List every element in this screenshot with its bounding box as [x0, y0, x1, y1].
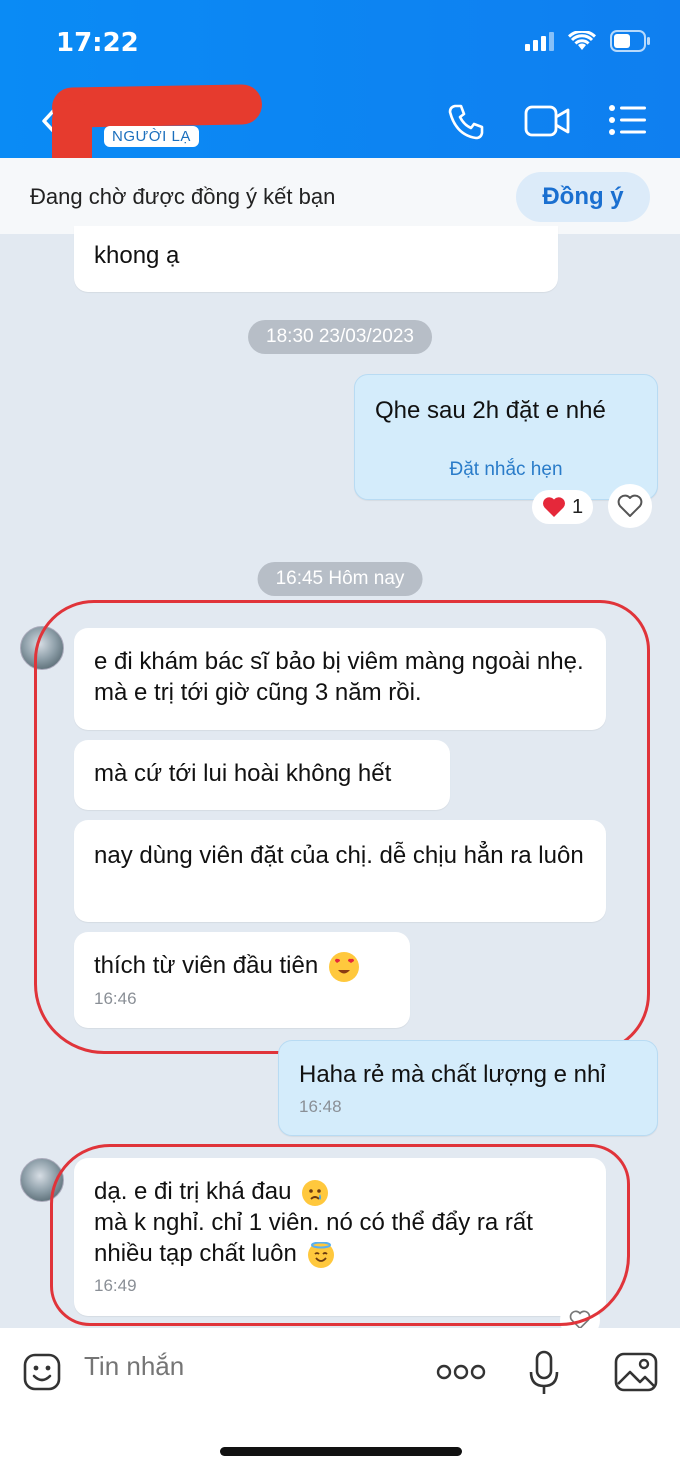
message-text: Haha rẻ mà chất lượng e nhỉ: [299, 1061, 606, 1088]
chat-header: 17:22 NGƯỜI LẠ: [0, 0, 680, 196]
video-call-icon[interactable]: [524, 104, 570, 143]
status-time: 17:22: [56, 28, 139, 58]
message-bubble-sent[interactable]: Qhe sau 2h đặt e nhé Đặt nhắc hẹn: [354, 374, 658, 500]
react-heart-icon[interactable]: [608, 484, 652, 528]
timestamp-divider: 18:30 23/03/2023: [248, 320, 432, 354]
annotation-circle: [34, 600, 650, 1054]
friend-request-bar: Đang chờ được đồng ý kết bạn Đồng ý: [0, 158, 680, 234]
microphone-icon[interactable]: [528, 1350, 560, 1401]
message-text: khong ạ: [94, 242, 180, 269]
annotation-circle: [50, 1144, 630, 1326]
accept-friend-button[interactable]: Đồng ý: [516, 172, 650, 222]
message-text: Qhe sau 2h đặt e nhé: [375, 397, 606, 424]
phone-icon[interactable]: [446, 102, 486, 147]
menu-list-icon[interactable]: [608, 104, 648, 141]
reaction-count: 1: [572, 495, 584, 518]
image-icon[interactable]: [614, 1352, 658, 1397]
battery-icon: [610, 30, 650, 52]
message-time: 16:48: [299, 1097, 342, 1116]
message-composer: [0, 1328, 680, 1472]
friend-request-text: Đang chờ được đồng ý kết bạn: [30, 184, 336, 209]
heart-filled-icon: [543, 497, 565, 517]
stranger-badge: NGƯỜI LẠ: [104, 126, 199, 147]
status-icons: [525, 30, 650, 52]
signal-icon: [525, 31, 554, 51]
home-indicator: [220, 1447, 462, 1456]
reaction-badge[interactable]: 1: [532, 490, 594, 524]
message-input[interactable]: [82, 1350, 406, 1383]
more-icon[interactable]: [436, 1364, 486, 1385]
set-reminder-link[interactable]: Đặt nhắc hẹn: [375, 454, 637, 485]
sticker-icon[interactable]: [22, 1352, 62, 1397]
message-bubble-received[interactable]: khong ạ: [74, 226, 558, 292]
message-bubble-sent[interactable]: Haha rẻ mà chất lượng e nhỉ 16:48: [278, 1040, 658, 1136]
wifi-icon: [568, 31, 596, 51]
timestamp-divider: 16:45 Hôm nay: [257, 562, 423, 596]
